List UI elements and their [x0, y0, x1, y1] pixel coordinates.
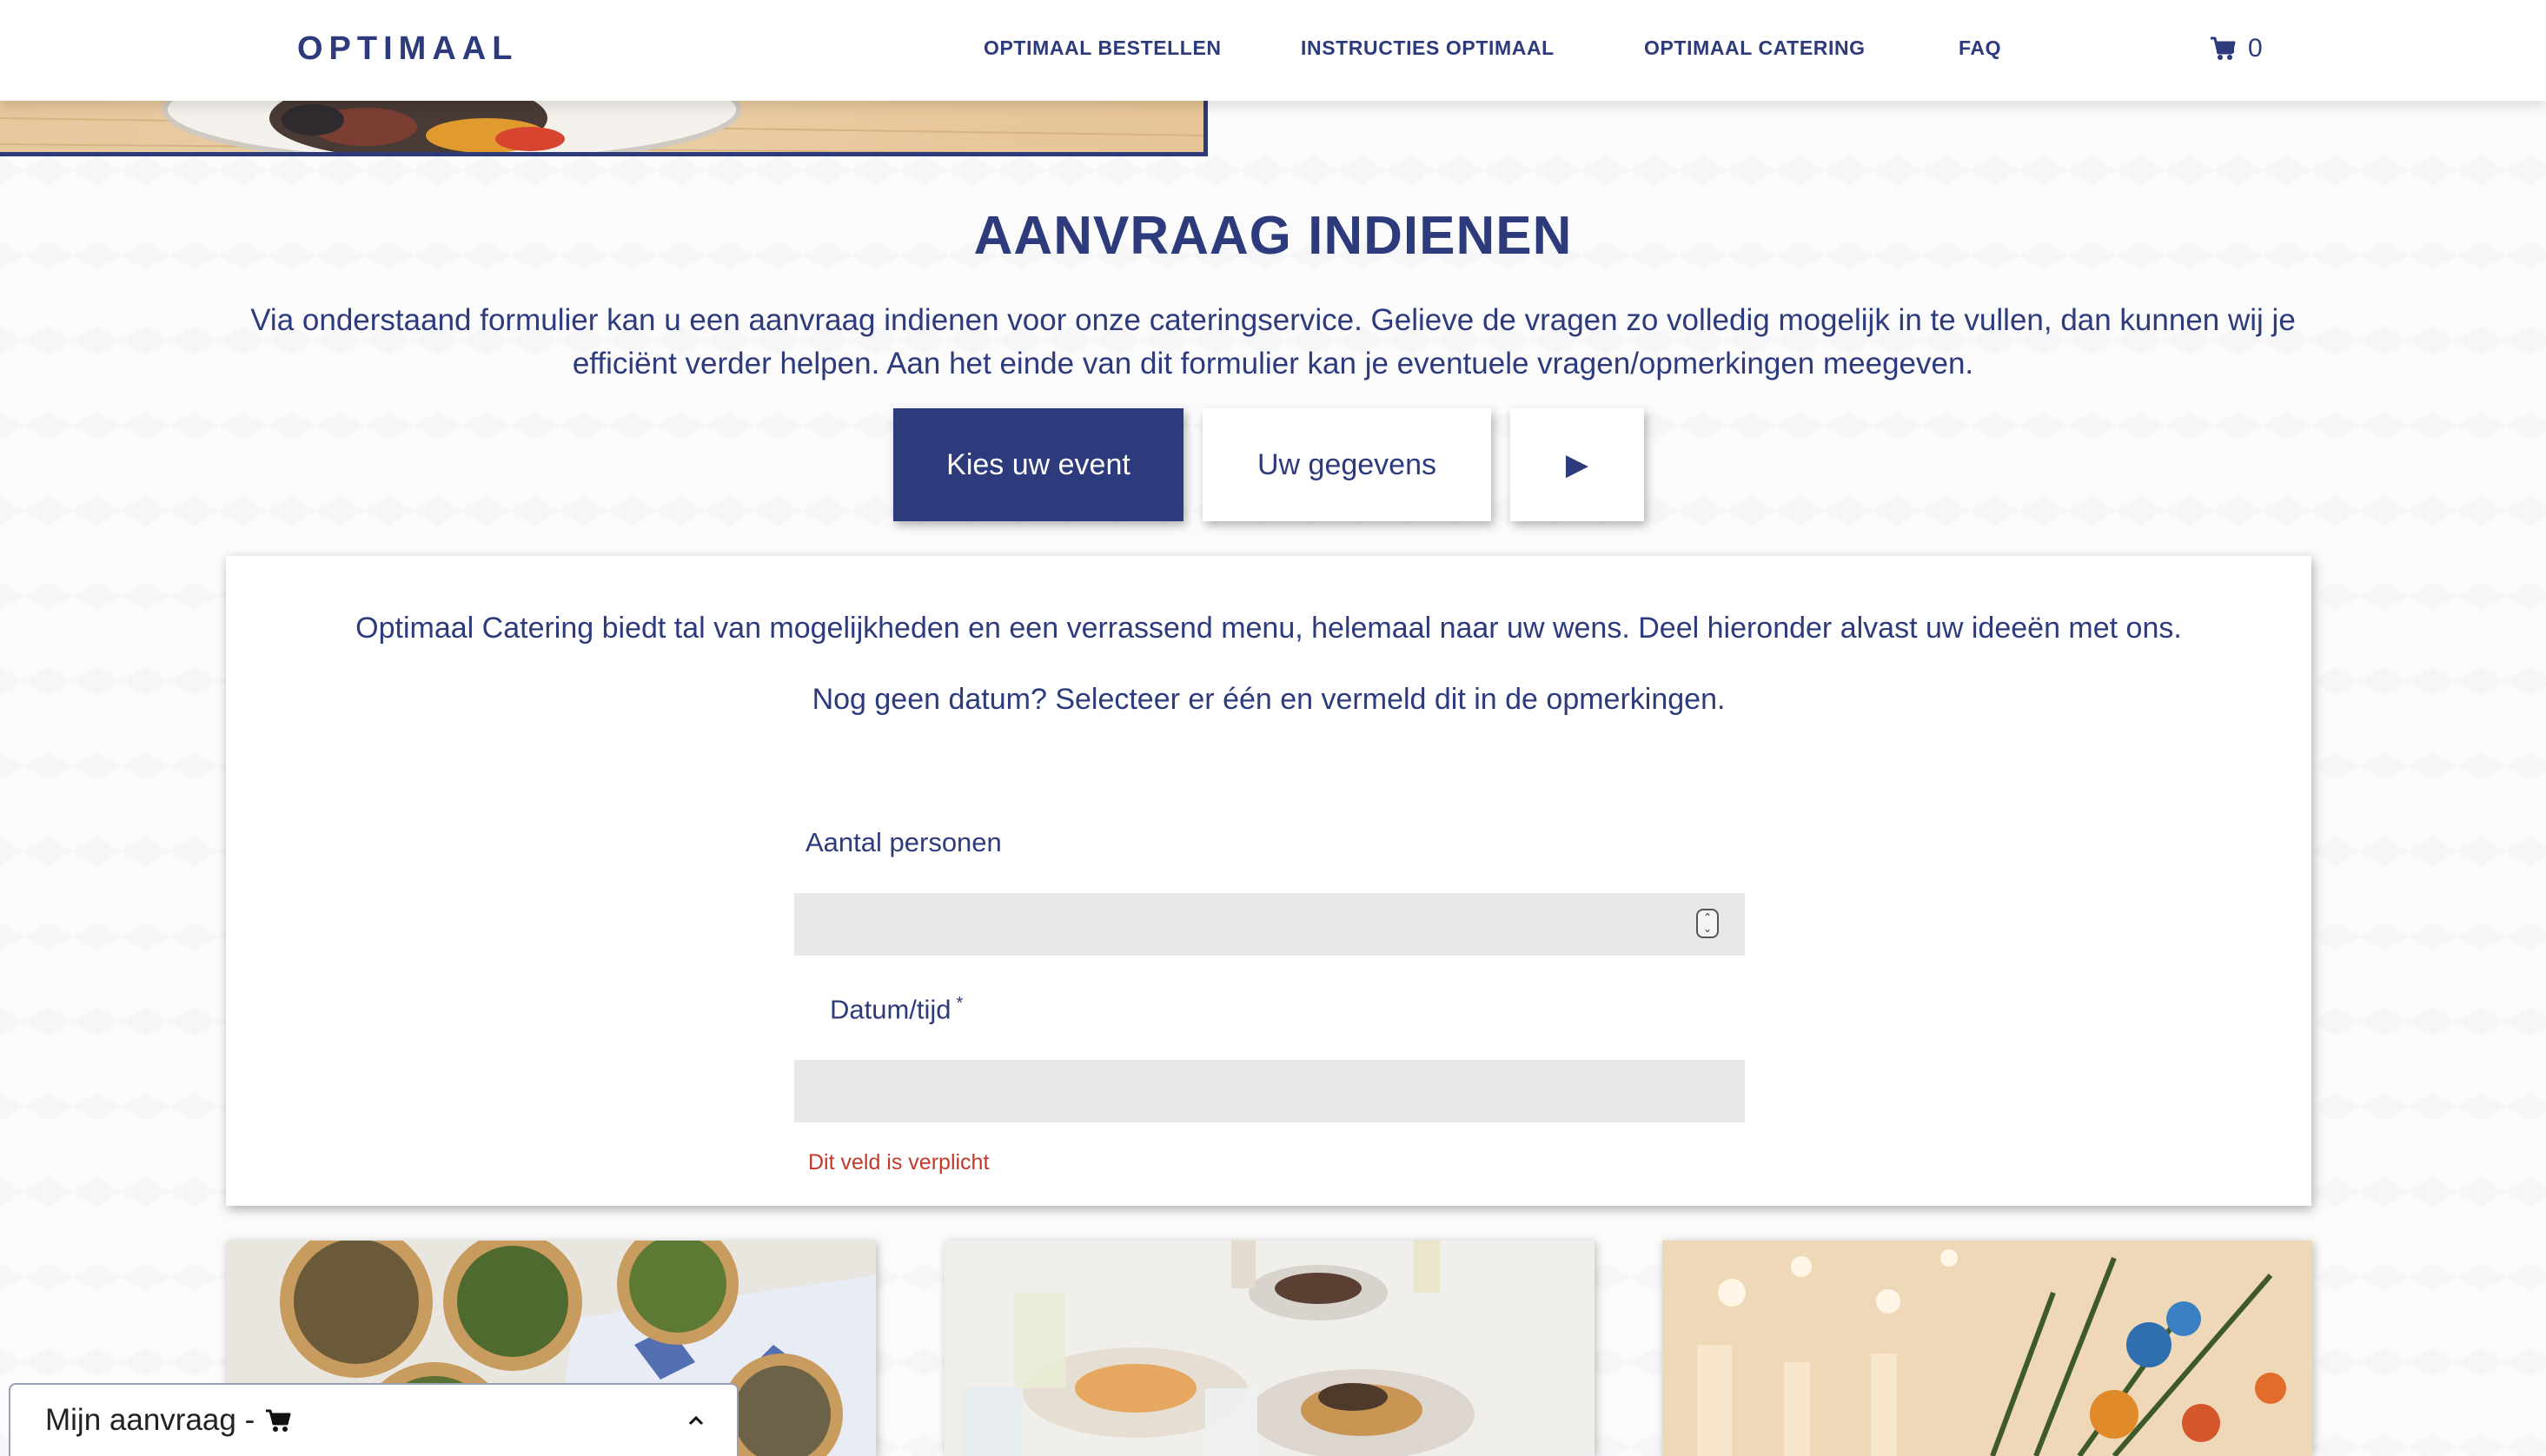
date-label-text: Datum/tijd: [830, 994, 951, 1025]
shopping-cart-icon: [266, 1409, 291, 1432]
field-error-message: Dit veld is verplicht: [808, 1150, 990, 1175]
photo-dinner-table: [945, 1241, 1595, 1456]
shopping-cart-icon: [2211, 36, 2236, 60]
number-stepper[interactable]: ⌃ ⌄: [1696, 909, 1719, 938]
nav-faq[interactable]: FAQ: [1959, 35, 2001, 61]
required-mark: *: [956, 994, 964, 1013]
nav-instructies-optimaal[interactable]: INSTRUCTIES OPTIMAAL: [1301, 35, 1555, 61]
request-form-card: Optimaal Catering biedt tal van mogelijk…: [226, 556, 2311, 1206]
persons-label: Aantal personen: [806, 827, 1002, 857]
tab-uw-gegevens[interactable]: Uw gegevens: [1203, 408, 1491, 521]
date-label: Datum/tijd *: [830, 994, 963, 1025]
form-date-hint: Nog geen datum? Selecteer er één en verm…: [812, 683, 1726, 716]
tab-kies-uw-event[interactable]: Kies uw event: [893, 408, 1183, 521]
date-time-input[interactable]: [794, 1060, 1745, 1122]
cart-count: 0: [2248, 34, 2263, 63]
request-bar-label: Mijn aanvraag -: [45, 1403, 255, 1437]
hero-food-photo: [0, 101, 1203, 152]
photo-event-venue: [1662, 1241, 2312, 1456]
form-description: Optimaal Catering biedt tal van mogelijk…: [355, 612, 2182, 645]
logo[interactable]: OPTIMAAL: [297, 30, 518, 68]
my-request-bar[interactable]: Mijn aanvraag -: [9, 1383, 739, 1456]
nav-optimaal-bestellen[interactable]: OPTIMAAL BESTELLEN: [984, 35, 1222, 61]
nav-optimaal-catering[interactable]: OPTIMAAL CATERING: [1644, 35, 1866, 61]
persons-input[interactable]: [794, 893, 1745, 956]
page-title: AANVRAAG INDIENEN: [973, 206, 1573, 266]
site-header: OPTIMAAL OPTIMAAL BESTELLEN INSTRUCTIES …: [0, 0, 2546, 101]
chevron-up-icon[interactable]: [686, 1411, 706, 1430]
stepper-down-icon: ⌄: [1702, 923, 1713, 935]
hero-image: [0, 101, 1208, 156]
tab-next[interactable]: ▶: [1510, 408, 1644, 521]
cart-button[interactable]: 0: [2210, 31, 2263, 66]
intro-text: Via onderstaand formulier kan u een aanv…: [250, 303, 2296, 381]
